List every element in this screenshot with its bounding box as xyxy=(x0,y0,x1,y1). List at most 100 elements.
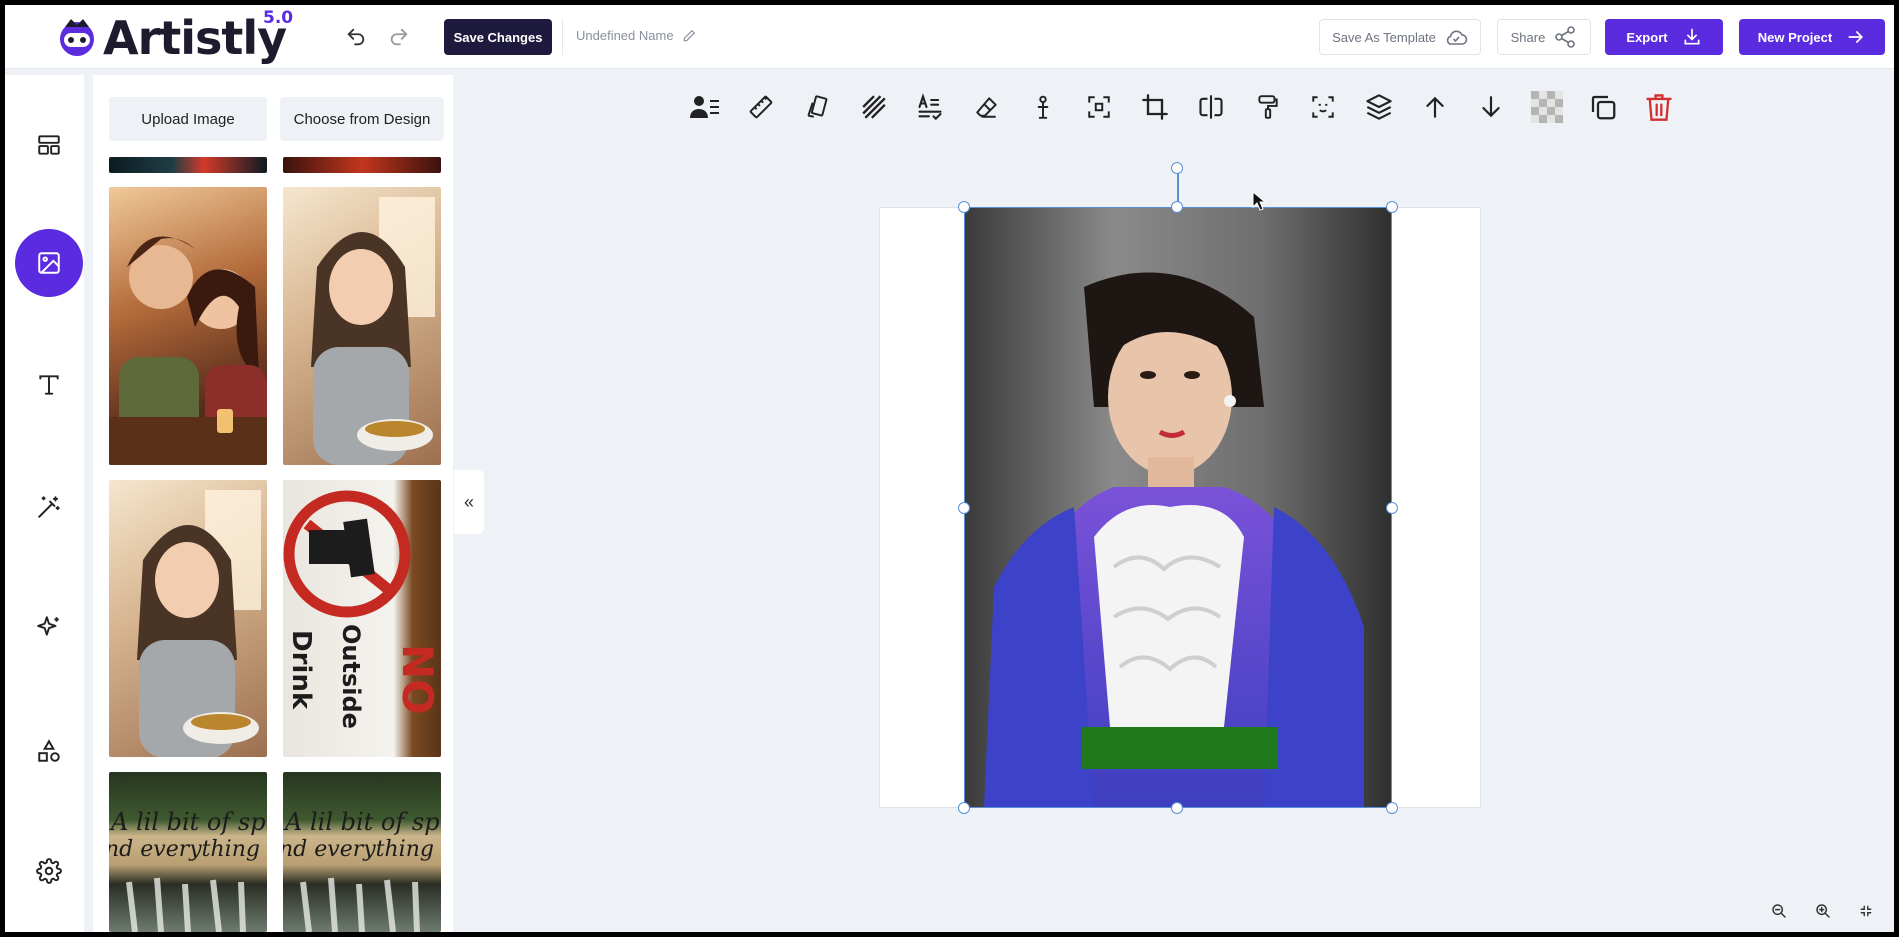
shrink-icon xyxy=(1860,905,1872,917)
resize-handle-right[interactable] xyxy=(1386,502,1398,514)
arrow-right-icon xyxy=(1848,31,1864,43)
stripes-icon xyxy=(862,95,886,119)
document-name-label: Undefined Name xyxy=(576,28,674,43)
tool-text-check[interactable] xyxy=(912,89,948,125)
tool-eraser[interactable] xyxy=(969,89,1005,125)
resize-handle-left[interactable] xyxy=(958,502,970,514)
tool-crop-frame[interactable] xyxy=(1081,89,1117,125)
image-thumbnail[interactable] xyxy=(283,157,441,173)
tool-transparency[interactable] xyxy=(1529,89,1565,125)
save-changes-button[interactable]: Save Changes xyxy=(444,19,552,55)
nav-layout[interactable] xyxy=(15,111,83,179)
undo-icon xyxy=(347,28,365,46)
resize-handle-bottom[interactable] xyxy=(1171,802,1183,814)
robot-logo-icon xyxy=(60,19,94,56)
zoom-out-icon xyxy=(1772,904,1786,918)
eraser-icon xyxy=(976,97,997,118)
flip-cards-icon xyxy=(807,95,828,118)
selection-box xyxy=(964,207,1392,808)
logo-text: Artistly xyxy=(103,11,287,65)
svg-text:nd everything nice: nd everything nice xyxy=(109,837,267,862)
app-window: Artistly 5.0 Save Changes Undefined Name… xyxy=(5,5,1894,932)
zoom-in-icon xyxy=(1816,904,1830,918)
image-thumbnail[interactable]: A lil bit of spice nd everything nice xyxy=(283,772,441,932)
version-badge: 5.0 xyxy=(263,8,294,28)
rotate-handle[interactable] xyxy=(1171,162,1183,174)
resize-handle-bottom-left[interactable] xyxy=(958,802,970,814)
tool-bring-forward[interactable] xyxy=(1417,89,1453,125)
ruler-icon xyxy=(749,95,773,119)
magic-wand-icon xyxy=(38,496,60,518)
zoom-out-button[interactable] xyxy=(1768,900,1790,922)
svg-text:NO: NO xyxy=(393,644,441,715)
share-icon xyxy=(1555,26,1576,48)
fit-screen-button[interactable] xyxy=(1855,900,1877,922)
tool-crop[interactable] xyxy=(1137,89,1173,125)
mouse-cursor-icon xyxy=(1252,191,1266,211)
resize-handle-bottom-right[interactable] xyxy=(1386,802,1398,814)
spice-sign-image: A lil bit of spice nd everything nice xyxy=(283,808,441,932)
image-thumbnail[interactable]: NO Outside Drink xyxy=(283,480,441,757)
arrow-up-icon xyxy=(1426,96,1444,118)
image-thumbnail[interactable] xyxy=(109,480,267,757)
tool-stripes[interactable] xyxy=(856,89,892,125)
left-sidebar xyxy=(5,75,84,932)
image-thumbnail[interactable]: A lil bit of spice nd everything nice xyxy=(109,772,267,932)
nav-settings[interactable] xyxy=(15,837,83,905)
zoom-in-button[interactable] xyxy=(1812,900,1834,922)
redo-icon xyxy=(390,28,408,46)
flip-icon xyxy=(1199,95,1223,119)
nav-ai[interactable] xyxy=(15,593,83,661)
nav-elements[interactable] xyxy=(15,717,83,785)
tool-duplicate[interactable] xyxy=(1585,89,1621,125)
svg-text:Outside: Outside xyxy=(337,624,365,729)
shapes-icon xyxy=(38,739,60,762)
nav-images[interactable] xyxy=(15,229,83,297)
svg-text:A lil bit of spice: A lil bit of spice xyxy=(109,808,267,836)
collapse-panel-button[interactable]: « xyxy=(454,470,484,534)
image-icon xyxy=(38,252,60,274)
person-list-icon xyxy=(690,96,719,118)
tool-layers[interactable] xyxy=(1361,89,1397,125)
nav-text[interactable] xyxy=(15,351,83,419)
tool-paint-roller[interactable] xyxy=(1250,89,1286,125)
resize-handle-top-right[interactable] xyxy=(1386,201,1398,213)
tool-send-backward[interactable] xyxy=(1473,89,1509,125)
undo-button[interactable] xyxy=(342,23,370,51)
tool-delete[interactable] xyxy=(1641,89,1677,125)
tool-flip-cards[interactable] xyxy=(799,89,835,125)
pencil-icon[interactable] xyxy=(682,29,696,43)
export-button[interactable]: Export xyxy=(1605,19,1723,55)
tool-person-list[interactable] xyxy=(687,89,723,125)
divider xyxy=(562,19,563,55)
tool-focus[interactable] xyxy=(1305,89,1341,125)
girl-eating-illustration xyxy=(311,197,435,465)
redo-button[interactable] xyxy=(385,23,413,51)
tool-ruler[interactable] xyxy=(743,89,779,125)
arrow-down-icon xyxy=(1482,96,1500,118)
image-thumbnail[interactable] xyxy=(109,187,267,465)
cloud-icon xyxy=(1446,30,1468,45)
paint-roller-icon xyxy=(1258,95,1278,119)
choose-from-design-button[interactable]: Choose from Design xyxy=(280,97,444,141)
nav-magic[interactable] xyxy=(15,473,83,541)
tool-anchor[interactable] xyxy=(1025,89,1061,125)
document-name[interactable]: Undefined Name xyxy=(576,28,696,43)
spice-sign-image: A lil bit of spice nd everything nice xyxy=(109,808,267,932)
new-project-label: New Project xyxy=(1757,29,1833,45)
share-button[interactable]: Share xyxy=(1497,19,1591,55)
crop-icon xyxy=(1142,94,1168,120)
resize-handle-top[interactable] xyxy=(1171,201,1183,213)
tool-flip[interactable] xyxy=(1193,89,1229,125)
save-as-template-label: Save As Template xyxy=(1332,29,1436,45)
image-thumbnail[interactable] xyxy=(283,187,441,465)
upload-image-button[interactable]: Upload Image xyxy=(109,97,267,141)
text-icon xyxy=(39,375,59,395)
save-as-template-button[interactable]: Save As Template xyxy=(1319,19,1481,55)
resize-handle-top-left[interactable] xyxy=(958,201,970,213)
image-thumbnail[interactable] xyxy=(109,157,267,173)
svg-text:Drink: Drink xyxy=(286,630,316,710)
girl-eating-illustration xyxy=(137,490,261,757)
new-project-button[interactable]: New Project xyxy=(1739,19,1885,55)
anchor-icon xyxy=(1037,95,1049,119)
